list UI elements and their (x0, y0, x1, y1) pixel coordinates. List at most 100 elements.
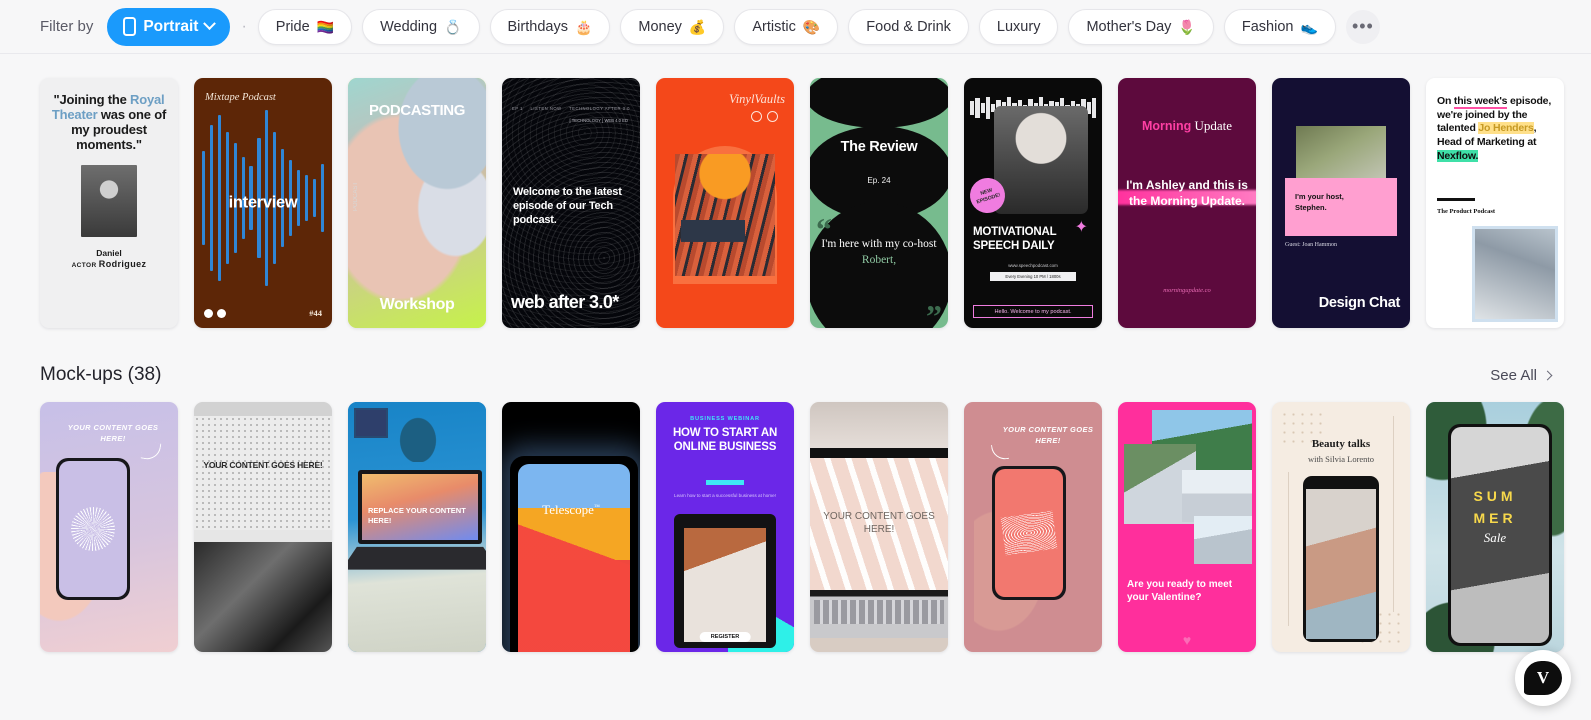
shoe-icon: 👟 (1300, 18, 1318, 35)
phone-device (56, 458, 130, 600)
curved-arrow-icon (140, 440, 162, 462)
summer-line-2: MER (1473, 510, 1517, 526)
register-button[interactable]: REGISTER (699, 632, 751, 642)
phone-screen (995, 469, 1063, 597)
host-photo (994, 106, 1088, 214)
cake-icon: 🎂 (574, 18, 593, 35)
template-card-beauty-talks[interactable]: Beauty talks with Silvia Lorento (1272, 402, 1410, 652)
schedule-chip: Every Evening 10 PM / 1800s (990, 272, 1076, 281)
filter-chip-wedding[interactable]: Wedding 💍 (362, 8, 480, 45)
beauty-subtitle: with Silvia Lorento (1307, 454, 1375, 464)
template-card-business-webinar[interactable]: BUSINESS WEBINAR HOW TO START AN ONLINE … (656, 402, 794, 652)
template-card-laptop-desk[interactable]: REPLACE YOUR CONTENT HERE! (348, 402, 486, 652)
accent-bar (706, 480, 744, 485)
filter-chip-money-label: Money (638, 18, 682, 35)
template-card-morning-update[interactable]: Morning Update I'm Ashley and this is th… (1118, 78, 1256, 328)
ellipsis-icon: ••• (1351, 16, 1374, 36)
quote-text: "Joining the Royal Theater was one of my… (51, 92, 167, 153)
mockups-title: Mock-ups (38) (40, 364, 162, 385)
webinar-subtext: Learn how to start a successful business… (674, 493, 776, 498)
filter-chip-luxury[interactable]: Luxury (978, 8, 1059, 45)
apple-icon (217, 309, 226, 318)
template-card-design-chat[interactable]: I'm your host, Stephen. Guest: Joan Hamm… (1272, 78, 1410, 328)
spotify-icon (204, 309, 213, 318)
dotted-panel (194, 416, 332, 530)
chip-separator: · (241, 17, 247, 35)
spotify-icon (767, 111, 778, 122)
filter-chip-portrait[interactable]: Portrait (107, 7, 231, 46)
curved-arrow-icon (990, 442, 1010, 462)
collage-photo-3 (1182, 470, 1252, 522)
screen-bezel (810, 448, 948, 458)
filter-chip-food-and-drink[interactable]: Food & Drink (848, 8, 969, 45)
design-chat-title: Design Chat (1318, 295, 1401, 312)
review-title: The Review (840, 139, 918, 155)
template-card-the-review[interactable]: The Review Ep. 24 “ I'm here with my co-… (810, 78, 948, 328)
placeholder-caption: YOUR CONTENT GOES HERE! (203, 460, 323, 470)
guest-credit: Guest: Joan Hammon (1285, 242, 1337, 248)
chat-bubble-fab[interactable]: V (1515, 650, 1571, 706)
divider (1437, 198, 1475, 201)
filter-chip-pride[interactable]: Pride 🏳️‍🌈 (257, 8, 353, 45)
swirl-doodle-icon (1000, 510, 1058, 556)
show-url: www.speechpodcast.com (1008, 263, 1058, 268)
template-card-product-podcast[interactable]: On this week's episode, we're joined by … (1426, 78, 1564, 328)
ellipse-top (810, 78, 948, 128)
template-card-macbook-pink[interactable]: YOUR CONTENT GOES HERE! (810, 402, 948, 652)
summer-line-3: Sale (1483, 530, 1507, 545)
twitter-icon (751, 111, 762, 122)
template-card-hand-phone-purple[interactable]: YOUR CONTENT GOES HERE! (40, 402, 178, 652)
filter-chip-fashion[interactable]: Fashion 👟 (1223, 8, 1336, 45)
template-card-grey-monitor[interactable]: YOUR CONTENT GOES HERE! (194, 402, 332, 652)
mockups-row: YOUR CONTENT GOES HERE! YOUR CONTENT GOE… (40, 402, 1591, 652)
template-card-motivational-speech[interactable]: NEW EPISODE! ✦ MOTIVATIONAL SPEECH DAILY… (964, 78, 1102, 328)
template-card-valentine-collage[interactable]: Are you ready to meet your Valentine? ♥ (1118, 402, 1256, 652)
flower-doodle-icon (71, 507, 115, 551)
musician-photo (675, 154, 775, 276)
meta-sub: [ TECHNOLOGY ] WEB 4.0 ED (569, 118, 629, 123)
phone-screen (59, 461, 127, 597)
filter-chip-birthdays[interactable]: Birthdays 🎂 (489, 8, 611, 45)
template-card-vinyl-vaults[interactable]: VinylVaults (656, 78, 794, 328)
lid-back (810, 402, 948, 448)
template-card-podcasting-workshop[interactable]: PODCASTING PODCAST Workshop (348, 78, 486, 328)
template-card-mixtape-podcast[interactable]: Mixtape Podcast interview #44 (194, 78, 332, 328)
filter-chip-artistic-label: Artistic (752, 18, 796, 35)
heart-icon: ♥ (1182, 632, 1192, 648)
tulip-icon: 🌷 (1178, 18, 1196, 35)
template-card-telescope-phone[interactable]: Telescope™ (502, 402, 640, 652)
filter-chip-artistic[interactable]: Artistic 🎨 (734, 8, 839, 45)
filter-chip-money[interactable]: Money 💰 (620, 8, 725, 45)
fab-label: V (1524, 661, 1562, 695)
mockups-see-all-link[interactable]: See All (1490, 366, 1553, 384)
collage-photo-4 (1194, 516, 1252, 564)
filter-bar: Filter by Portrait · Pride 🏳️‍🌈 Wedding … (0, 0, 1591, 54)
review-episode: Ep. 24 (867, 176, 891, 185)
template-card-hand-phone-pink[interactable]: YOUR CONTENT GOES HERE! (964, 402, 1102, 652)
pride-flag-icon: 🏳️‍🌈 (316, 18, 335, 35)
see-all-label: See All (1490, 366, 1537, 384)
workshop-label: Workshop (379, 296, 455, 313)
placeholder-caption: YOUR CONTENT GOES HERE! (823, 511, 935, 535)
filter-chip-luxury-label: Luxury (996, 18, 1041, 35)
laptop-screen: REPLACE YOUR CONTENT HERE! (362, 474, 478, 540)
template-card-summer-phone[interactable]: SUM MER Sale (1426, 402, 1564, 652)
mixtape-word: interview (228, 193, 298, 212)
podcasting-title: PODCASTING (368, 102, 465, 119)
chevron-down-icon (203, 17, 217, 31)
rule-left (1288, 472, 1289, 626)
vertical-caption: PODCAST (353, 182, 359, 212)
more-filters-button[interactable]: ••• (1345, 9, 1380, 44)
episode-number: #44 (309, 308, 322, 318)
portrait-photo (81, 165, 137, 238)
phone-screen (1306, 489, 1376, 639)
welcome-footer: Hello. Welcome to my podcast. (973, 305, 1093, 318)
headline-text: Welcome to the latest episode of our Tec… (513, 186, 622, 226)
filter-chip-mothers-day[interactable]: Mother's Day 🌷 (1068, 8, 1214, 45)
filter-chip-food-and-drink-label: Food & Drink (866, 18, 951, 35)
template-card-tech-podcast[interactable]: EP 1 LISTEN NOW TECHNOLOGY AFTER 3.0 [ T… (502, 78, 640, 328)
podcast-templates-row-wrap: "Joining the Royal Theater was one of my… (0, 78, 1591, 328)
morning-url: morningupdate.co (1163, 287, 1211, 294)
template-card-quote-testimonial[interactable]: "Joining the Royal Theater was one of my… (40, 78, 178, 328)
filter-chip-mothers-day-label: Mother's Day (1086, 18, 1172, 35)
